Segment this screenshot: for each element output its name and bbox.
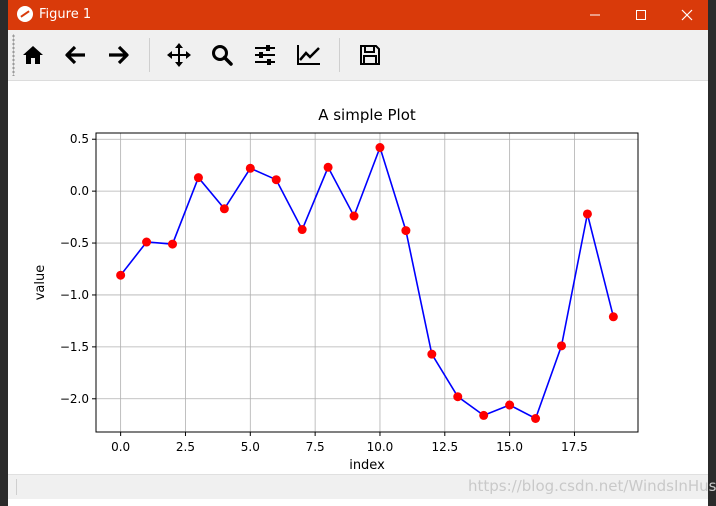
data-point	[556, 341, 566, 351]
window-title: Figure 1	[39, 7, 92, 22]
figure-canvas[interactable]: 0.0 2.5 5.0 7.5 10.0 12.5 15.0 17.5 0.5 0.0 −0.5 −1…	[8, 81, 708, 474]
x-axis-label: index	[349, 458, 385, 473]
y-tick-label: 0.5	[70, 132, 89, 146]
x-tick-label: 2.5	[176, 440, 195, 454]
data-point	[142, 237, 152, 247]
data-point	[116, 270, 126, 280]
x-tick-label: 12.5	[431, 440, 458, 454]
data-point	[193, 173, 203, 183]
line-chart[interactable]: 0.0 2.5 5.0 7.5 10.0 12.5 15.0 17.5 0.5 0.0 −0.5 −1…	[8, 81, 708, 474]
minimize-button[interactable]	[572, 0, 618, 30]
maximize-button[interactable]	[618, 0, 664, 30]
x-tick-label: 15.0	[496, 440, 523, 454]
grid	[96, 133, 638, 432]
close-button[interactable]	[664, 0, 710, 30]
save-icon	[360, 45, 380, 65]
save-button[interactable]	[354, 39, 386, 71]
pan-icon	[167, 43, 191, 67]
data-point	[505, 400, 515, 410]
x-tick-label: 0.0	[111, 440, 130, 454]
pan-button[interactable]	[163, 39, 195, 71]
home-icon	[23, 46, 43, 64]
y-tick-label: 0.0	[70, 184, 89, 198]
y-tick-label: −1.5	[60, 340, 89, 354]
series-line	[119, 145, 615, 420]
back-button[interactable]	[60, 39, 92, 71]
data-point	[245, 163, 255, 173]
edit-axis-button[interactable]	[293, 39, 325, 71]
x-tick-label: 7.5	[306, 440, 325, 454]
data-point	[375, 143, 385, 153]
home-button[interactable]	[17, 39, 49, 71]
data-point	[453, 392, 463, 402]
title-bar[interactable]: Figure 1	[8, 0, 708, 30]
y-tick-label: −2.0	[60, 392, 89, 406]
data-point	[349, 211, 359, 221]
figure-window: Figure 1 0.0 2.5 5.0 7.5 10.0 12.5 15.0 …	[8, 0, 716, 506]
data-point	[168, 239, 178, 249]
close-icon	[681, 9, 693, 21]
forward-button[interactable]	[102, 39, 134, 71]
data-point	[297, 225, 307, 235]
subplots-button[interactable]	[249, 39, 281, 71]
data-point	[479, 410, 489, 420]
y-tick-label: −1.0	[60, 288, 89, 302]
navigation-toolbar	[8, 30, 708, 81]
data-point	[271, 175, 281, 185]
data-point	[608, 312, 618, 322]
forward-arrow-icon	[109, 45, 129, 65]
app-icon	[17, 6, 33, 22]
data-point	[219, 204, 229, 214]
zoom-button[interactable]	[206, 39, 238, 71]
maximize-icon	[636, 10, 646, 20]
edit-axis-icon	[297, 45, 320, 65]
x-tick-label: 10.0	[367, 440, 394, 454]
minimize-icon	[590, 14, 600, 16]
toolbar-grip[interactable]	[12, 34, 15, 76]
status-bar: https://blog.csdn.net/WindsInHust	[8, 474, 716, 499]
series-markers	[116, 143, 618, 424]
axes-frame	[95, 132, 639, 433]
subplots-config-icon	[255, 45, 275, 65]
toolbar-separator	[149, 38, 150, 72]
watermark: https://blog.csdn.net/WindsInHust	[468, 477, 716, 495]
y-axis-label: value	[33, 265, 48, 301]
data-point	[531, 414, 541, 424]
back-arrow-icon	[65, 45, 85, 65]
toolbar-separator	[339, 38, 340, 72]
x-tick-label: 17.5	[561, 440, 588, 454]
chart-title: A simple Plot	[318, 106, 416, 124]
x-tick-label: 5.0	[241, 440, 260, 454]
data-point	[401, 226, 411, 236]
data-point	[582, 209, 592, 219]
status-grip	[16, 479, 17, 495]
y-tick-label: −0.5	[60, 236, 89, 250]
data-point	[427, 349, 437, 359]
zoom-icon	[212, 45, 233, 66]
data-point	[323, 162, 333, 172]
